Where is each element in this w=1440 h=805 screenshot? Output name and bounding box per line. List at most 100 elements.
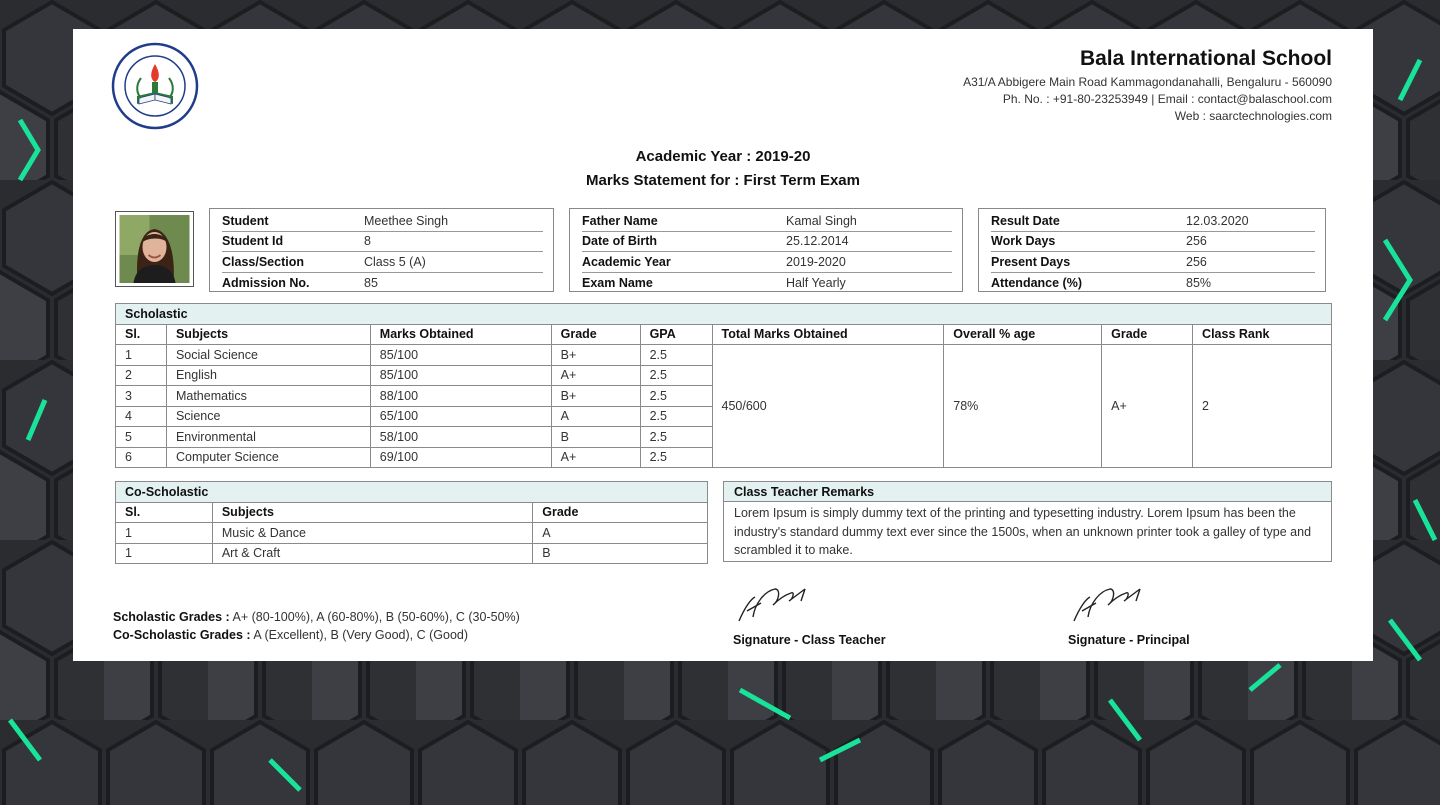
table-cell: 2 xyxy=(115,364,167,386)
table-cell: A xyxy=(550,405,641,427)
overall-percent-cell: 78% xyxy=(943,344,1103,468)
table-cell: Social Science xyxy=(165,344,371,366)
school-address: A31/A Abbigere Main Road Kammagondanahal… xyxy=(963,75,1332,89)
info-row: Class/Section Class 5 (A) xyxy=(222,252,543,273)
info-label: Date of Birth xyxy=(582,234,657,249)
table-cell: 2.5 xyxy=(639,446,713,468)
table-cell: 69/100 xyxy=(369,446,552,468)
column-header: Marks Obtained xyxy=(369,323,552,345)
grades-legend: Scholastic Grades : A+ (80-100%), A (60-… xyxy=(113,608,520,644)
info-row: Father Name Kamal Singh xyxy=(582,211,952,232)
table-header-row: Sl. Subjects Grade xyxy=(115,501,708,523)
table-cell: 1 xyxy=(115,542,213,564)
student-info-box: Student Meethee Singh Student Id 8 Class/S… xyxy=(209,208,554,292)
table-header-row: Sl. Subjects Marks Obtained Grade GPA To… xyxy=(115,323,1332,345)
info-row: Student Meethee Singh xyxy=(222,211,543,232)
info-row: Present Days 256 xyxy=(991,252,1315,273)
table-cell: B xyxy=(550,426,641,448)
scholastic-grades-value: A+ (80-100%), A (60-80%), B (50-60%), C … xyxy=(232,610,520,624)
info-label: Result Date xyxy=(991,213,1060,228)
table-cell: 2.5 xyxy=(639,344,713,366)
table-cell: Environmental xyxy=(165,426,371,448)
remarks-text: Lorem Ipsum is simply dummy text of the … xyxy=(734,506,1312,557)
info-value: Kamal Singh xyxy=(786,213,857,228)
school-header: Bala International School A31/A Abbigere… xyxy=(963,47,1332,125)
school-web: Web : saarctechnologies.com xyxy=(1174,109,1332,123)
info-value: 25.12.2014 xyxy=(786,234,849,249)
info-label: Present Days xyxy=(991,254,1071,269)
principal-signature-label: Signature - Principal xyxy=(1068,633,1190,647)
table-cell: 85/100 xyxy=(369,344,552,366)
teacher-signature-label: Signature - Class Teacher xyxy=(733,633,886,647)
info-label: Attendance (%) xyxy=(991,275,1082,290)
info-label: Father Name xyxy=(582,213,658,228)
info-value: 85% xyxy=(1186,275,1212,290)
teacher-remarks-box: Class Teacher Remarks Lorem Ipsum is sim… xyxy=(723,481,1332,562)
table-cell: B+ xyxy=(550,385,641,407)
column-header: Sl. xyxy=(115,501,213,523)
info-value: Class 5 (A) xyxy=(364,254,426,269)
family-info-box: Father Name Kamal Singh Date of Birth 25.1… xyxy=(569,208,963,292)
table-cell: 1 xyxy=(115,522,213,544)
info-row: Student Id 8 xyxy=(222,232,543,252)
table-cell: Computer Science xyxy=(165,446,371,468)
table-cell: 5 xyxy=(115,426,167,448)
result-info-box: Result Date 12.03.2020 Work Days 256 Prese… xyxy=(978,208,1326,292)
table-cell: 88/100 xyxy=(369,385,552,407)
scholastic-title: Scholastic xyxy=(115,303,1332,325)
info-value: Half Yearly xyxy=(786,275,846,290)
signature-icon xyxy=(738,588,806,622)
table-cell: 58/100 xyxy=(369,426,552,448)
info-label: Academic Year xyxy=(582,254,671,269)
table-cell: A+ xyxy=(550,364,641,386)
table-cell: B+ xyxy=(550,344,641,366)
column-header: Grade xyxy=(1101,323,1194,345)
info-value: 2019-2020 xyxy=(786,254,846,269)
table-cell: Mathematics xyxy=(165,385,371,407)
student-avatar-icon xyxy=(119,215,190,283)
table-cell: B xyxy=(532,542,708,564)
table-cell: 4 xyxy=(115,405,167,427)
table-cell: Music & Dance xyxy=(211,522,534,544)
info-value: 256 xyxy=(1186,234,1207,249)
column-header: Class Rank xyxy=(1192,323,1332,345)
co-scholastic-title: Co-Scholastic xyxy=(115,481,708,503)
scholastic-grades-label: Scholastic Grades : xyxy=(113,610,230,624)
table-cell: 2.5 xyxy=(639,385,713,407)
signature-icon xyxy=(1073,588,1141,622)
table-cell: 6 xyxy=(115,446,167,468)
table-cell: Art & Craft xyxy=(211,542,534,564)
column-header: Grade xyxy=(532,501,708,523)
info-value: 256 xyxy=(1186,254,1207,269)
info-label: Class/Section xyxy=(222,254,304,269)
table-cell: 85/100 xyxy=(369,364,552,386)
table-cell: 2.5 xyxy=(639,364,713,386)
info-row: Result Date 12.03.2020 xyxy=(991,211,1315,232)
column-header: Subjects xyxy=(211,501,534,523)
class-rank-cell: 2 xyxy=(1192,344,1332,468)
info-label: Admission No. xyxy=(222,275,310,290)
student-photo xyxy=(115,211,194,287)
school-contact: Ph. No. : +91-80-23253949 | Email : cont… xyxy=(1002,92,1332,106)
table-cell: English xyxy=(165,364,371,386)
info-row: Attendance (%) 85% xyxy=(991,273,1315,294)
info-label: Exam Name xyxy=(582,275,653,290)
info-value: 85 xyxy=(364,275,378,290)
table-row: 1 Art & Craft B xyxy=(115,542,708,564)
column-header: Sl. xyxy=(115,323,167,345)
column-header: Grade xyxy=(550,323,641,345)
table-cell: 1 xyxy=(115,344,167,366)
remarks-title: Class Teacher Remarks xyxy=(724,482,1331,502)
info-value: Meethee Singh xyxy=(364,213,449,228)
info-label: Student Id xyxy=(222,234,284,249)
table-row: 1 Music & Dance A xyxy=(115,522,708,544)
column-header: Subjects xyxy=(165,323,371,345)
table-cell: 2.5 xyxy=(639,405,713,427)
co-scholastic-grades-value: A (Excellent), B (Very Good), C (Good) xyxy=(253,628,469,642)
column-header: Overall % age xyxy=(943,323,1103,345)
table-cell: A+ xyxy=(550,446,641,468)
info-value: 8 xyxy=(364,234,371,249)
school-logo-icon xyxy=(111,42,199,130)
principal-signature: Signature - Principal xyxy=(1068,577,1268,647)
info-value: 12.03.2020 xyxy=(1186,213,1249,228)
